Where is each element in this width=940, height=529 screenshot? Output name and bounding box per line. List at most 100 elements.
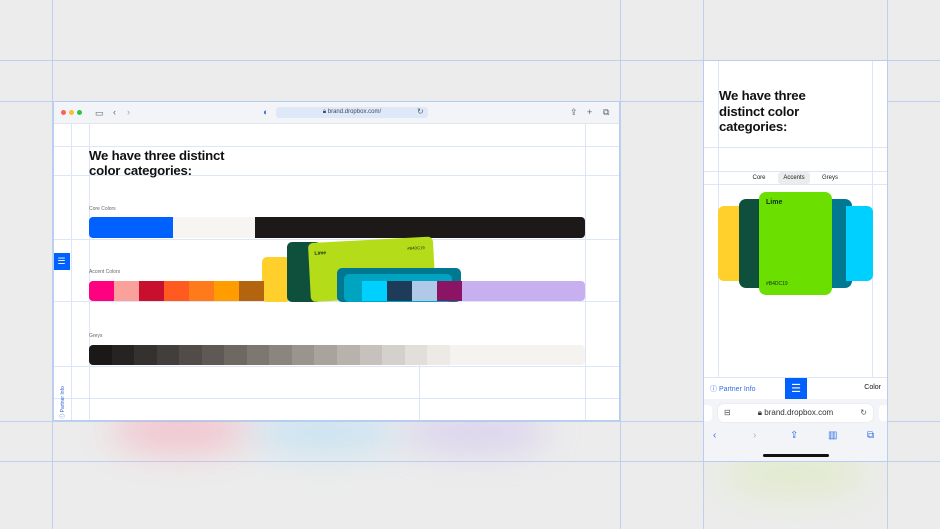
swatch-dropbox-blue[interactable]	[89, 217, 173, 238]
swatch-cyan[interactable]	[362, 281, 387, 301]
guide-line	[54, 398, 619, 399]
heading-line: color categories:	[89, 163, 192, 178]
grey-swatch[interactable]	[449, 345, 585, 365]
card-banana[interactable]	[262, 257, 290, 302]
grey-swatch[interactable]	[404, 345, 428, 365]
reload-icon[interactable]: ↻	[860, 404, 867, 422]
mobile-bottom-bar: ⓘ Partner Info ☰ Color	[704, 377, 887, 400]
menu-button[interactable]: ☰	[54, 253, 70, 270]
tabs-icon[interactable]: ⧉	[603, 107, 609, 117]
desktop-browser-window: ▭ ‹ › ◐ 🔒︎ brand.dropbox.com/ ↻ ⇪ + ⧉ We…	[53, 101, 620, 421]
guide-line	[704, 184, 887, 185]
menu-button[interactable]: ☰	[785, 378, 807, 400]
heading-line: distinct color	[719, 103, 799, 119]
page-heading: We have three distinct color categories:	[89, 148, 225, 178]
partner-info-label: Partner Info	[718, 386, 756, 393]
address-bar-url: brand.dropbox.com	[764, 408, 834, 417]
heading-line: We have three	[719, 88, 806, 103]
grey-swatch[interactable]	[134, 345, 157, 365]
color-label[interactable]: Color	[864, 384, 881, 391]
guide-line	[54, 146, 619, 147]
card-hex: #B4DC19	[766, 281, 788, 287]
tab-accents[interactable]: Accents	[778, 172, 810, 184]
bookmarks-icon[interactable]: ▥	[828, 430, 837, 442]
guide-line	[585, 124, 586, 420]
grey-swatch[interactable]	[246, 345, 270, 365]
plus-icon[interactable]: +	[587, 107, 592, 117]
shield-icon[interactable]: ◐	[263, 107, 268, 117]
mobile-address-bar[interactable]: ⊟ 🔒︎ brand.dropbox.com ↻	[718, 404, 873, 422]
partner-info-label: Partner Info	[59, 386, 66, 413]
grey-swatch[interactable]	[224, 345, 247, 365]
next-tab-edge[interactable]	[879, 405, 887, 421]
info-icon: ⓘ	[59, 413, 66, 419]
grey-swatch[interactable]	[359, 345, 383, 365]
forward-icon[interactable]: ›	[127, 107, 130, 117]
prev-tab-edge[interactable]	[704, 405, 712, 421]
greys-scale	[89, 345, 585, 365]
page-menu-icon[interactable]: ⊟	[724, 404, 731, 422]
grey-swatch[interactable]	[337, 345, 360, 365]
share-icon[interactable]: ⇪	[790, 430, 798, 442]
minimize-window-button[interactable]	[69, 110, 74, 115]
tab-greys[interactable]: Greys	[816, 172, 844, 184]
forward-icon[interactable]: ›	[753, 430, 756, 442]
swatch-gold[interactable]	[239, 281, 264, 301]
mobile-safari-toolbar: ⊟ 🔒︎ brand.dropbox.com ↻ ‹ › ⇪ ▥ ⧉	[704, 399, 887, 461]
partner-info-link[interactable]: ⓘ Partner Info	[59, 386, 66, 419]
back-icon[interactable]: ‹	[713, 430, 716, 442]
grey-swatch[interactable]	[89, 345, 112, 365]
share-icon[interactable]: ⇪	[570, 107, 578, 117]
tabs-icon[interactable]: ⧉	[867, 430, 874, 442]
grey-swatch[interactable]	[201, 345, 225, 365]
swatch-plum[interactable]	[437, 281, 462, 301]
sidebar-icon[interactable]: ▭	[95, 108, 104, 118]
grey-swatch[interactable]	[179, 345, 202, 365]
swatch-graphite[interactable]	[255, 217, 585, 238]
partner-info-link[interactable]: ⓘ Partner Info	[710, 384, 756, 394]
zoom-window-button[interactable]	[77, 110, 82, 115]
card-lime[interactable]: Lime #B4DC19	[759, 192, 832, 295]
home-indicator	[763, 454, 829, 457]
address-bar[interactable]: 🔒︎ brand.dropbox.com/	[276, 107, 428, 118]
mobile-page-heading: We have three distinct color categories:	[719, 88, 806, 135]
grey-swatch[interactable]	[382, 345, 405, 365]
grey-swatch[interactable]	[269, 345, 292, 365]
card-name: Lime	[766, 199, 783, 206]
heading-line: categories:	[719, 119, 788, 134]
guide-line	[704, 147, 887, 148]
swatch-coconut[interactable]	[173, 217, 255, 238]
grey-swatch[interactable]	[111, 345, 135, 365]
swatch-navy[interactable]	[387, 281, 412, 301]
address-bar-url: brand.dropbox.com/	[327, 109, 382, 115]
swatch-crimson[interactable]	[139, 281, 164, 301]
tab-core[interactable]: Core	[746, 172, 772, 184]
lime-card-hex: #B4DC19	[407, 244, 425, 251]
swatch-tangerine[interactable]	[164, 281, 189, 301]
back-icon[interactable]: ‹	[113, 107, 116, 117]
card-cyan[interactable]	[846, 206, 873, 281]
menu-icon: ☰	[791, 383, 801, 395]
close-window-button[interactable]	[61, 110, 66, 115]
swatch-sky[interactable]	[412, 281, 437, 301]
grid-line	[620, 0, 621, 529]
swatch-orange[interactable]	[189, 281, 214, 301]
guide-line	[54, 239, 619, 240]
lock-icon: 🔒︎	[322, 109, 327, 115]
menu-icon: ☰	[57, 256, 66, 266]
guide-line	[54, 366, 619, 367]
reload-icon[interactable]: ↻	[417, 107, 424, 117]
mobile-browser-window: We have three distinct color categories:…	[703, 60, 888, 462]
swatch-salmon[interactable]	[114, 281, 139, 301]
swatch-lavender[interactable]	[462, 281, 585, 301]
grey-swatch[interactable]	[156, 345, 180, 365]
grey-swatch[interactable]	[314, 345, 338, 365]
browser-toolbar: ▭ ‹ › ◐ 🔒︎ brand.dropbox.com/ ↻ ⇪ + ⧉	[54, 102, 619, 124]
swatch-pink[interactable]	[89, 281, 114, 301]
grey-swatch[interactable]	[427, 345, 450, 365]
guide-line	[71, 124, 72, 420]
grey-swatch[interactable]	[291, 345, 315, 365]
heading-line: We have three distinct	[89, 148, 225, 163]
swatch-sunset[interactable]	[214, 281, 239, 301]
greys-label: Greys	[89, 333, 103, 339]
